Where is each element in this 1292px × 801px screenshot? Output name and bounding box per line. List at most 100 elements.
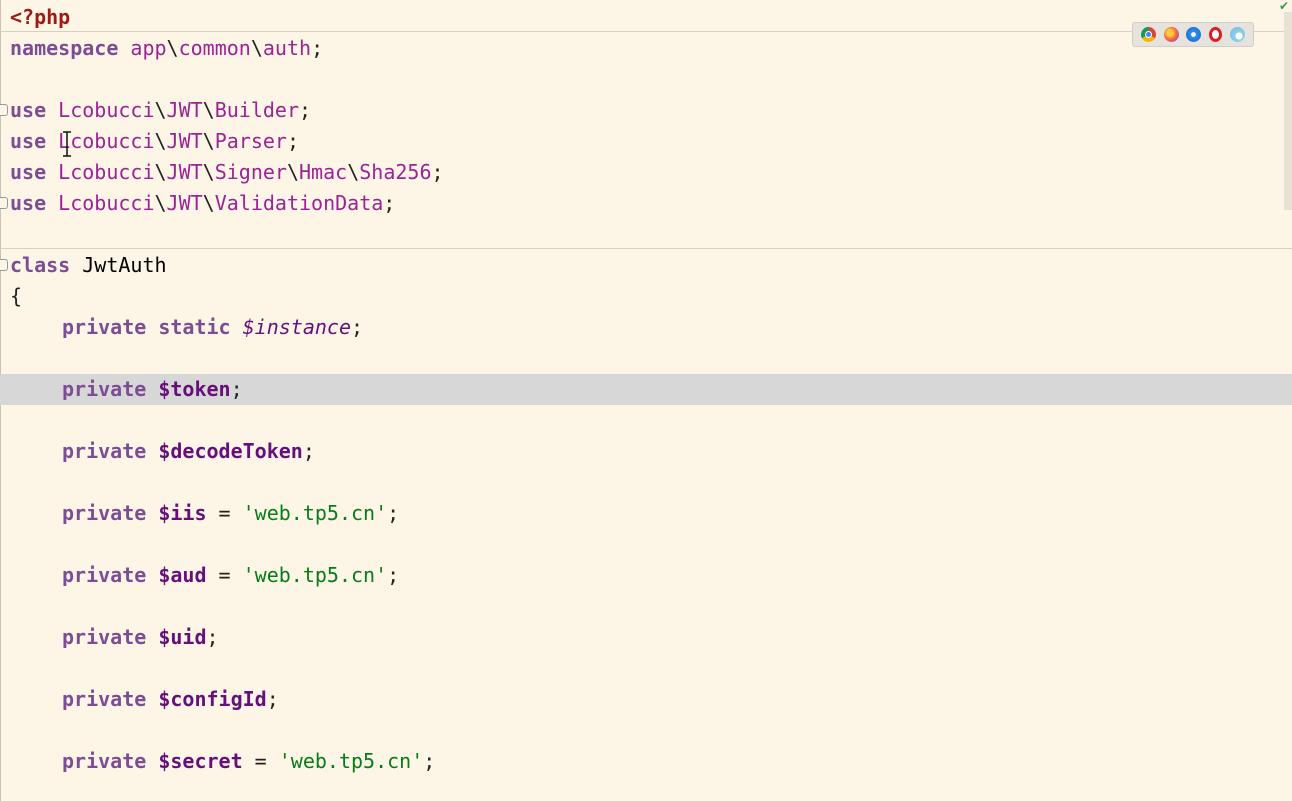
code-token: JWT — [166, 160, 203, 184]
code-token: private — [62, 563, 147, 587]
code-token: = — [206, 563, 243, 587]
code-line[interactable]: private static $instance; — [0, 312, 1292, 343]
code-line[interactable] — [0, 219, 1292, 250]
code-line[interactable]: private $iis = 'web.tp5.cn'; — [0, 498, 1292, 529]
code-token: 'web.tp5.cn' — [278, 749, 424, 773]
code-token: ; — [230, 377, 243, 401]
code-token: $token — [158, 377, 231, 401]
code-token: class — [10, 253, 71, 277]
code-token: ; — [286, 129, 300, 153]
firefox-icon[interactable] — [1163, 27, 1179, 42]
code-token: app — [130, 36, 167, 60]
code-line[interactable] — [0, 64, 1292, 95]
code-token: private — [62, 501, 147, 525]
code-token: private — [62, 625, 147, 649]
code-line[interactable]: private $decodeToken; — [0, 436, 1292, 467]
code-token: JwtAuth — [82, 253, 167, 277]
safari-icon[interactable] — [1186, 27, 1202, 42]
text-cursor-icon — [63, 131, 71, 157]
code-line[interactable]: private $uid; — [0, 622, 1292, 653]
code-token: 'web.tp5.cn' — [242, 501, 388, 525]
code-text: use Lcobucci\JWT\Builder; — [10, 95, 311, 126]
code-token: ; — [423, 749, 436, 773]
code-line[interactable]: private $secret = 'web.tp5.cn'; — [0, 746, 1292, 777]
code-line[interactable]: private $aud = 'web.tp5.cn'; — [0, 560, 1292, 591]
code-line[interactable] — [0, 405, 1292, 436]
code-token: Builder — [214, 98, 300, 122]
code-token: ; — [299, 98, 312, 122]
browser-preview-bar — [1132, 22, 1254, 47]
code-token: Lcobucci — [58, 98, 155, 122]
code-line[interactable]: { — [0, 281, 1292, 312]
code-line[interactable]: use Lcobucci\JWT\Signer\Hmac\Sha256; — [0, 157, 1292, 188]
code-line[interactable] — [0, 715, 1292, 746]
code-editor[interactable]: <?php namespace app\common\auth; use Lcobu… — [0, 0, 1292, 801]
code-token: private — [62, 749, 147, 773]
code-token: $iis — [158, 501, 207, 525]
code-text: use Lcobucci\JWT\ValidationData; — [10, 188, 395, 219]
code-token: Signer — [214, 160, 287, 184]
code-token: Hmac — [299, 160, 348, 184]
code-token: \ — [286, 160, 300, 184]
code-text: { — [10, 281, 22, 312]
current-line[interactable]: private $token; — [0, 374, 1292, 405]
code-line[interactable] — [0, 343, 1292, 374]
edge-icon[interactable] — [1230, 27, 1246, 42]
code-token: Lcobucci — [58, 129, 155, 153]
code-token: ; — [383, 191, 396, 215]
code-token: ; — [302, 439, 315, 463]
code-token: private — [62, 687, 147, 711]
code-line[interactable] — [0, 653, 1292, 684]
code-token: static — [158, 315, 231, 339]
code-line[interactable]: use Lcobucci\JWT\Parser; — [0, 126, 1292, 157]
code-token: = — [242, 749, 279, 773]
opera-icon[interactable] — [1209, 27, 1223, 42]
code-text: private $decodeToken; — [10, 436, 315, 467]
code-text: private $token; — [10, 374, 243, 405]
code-text: private static $instance; — [10, 312, 363, 343]
code-token: private — [62, 439, 147, 463]
code-token: use — [10, 129, 47, 153]
code-token: ; — [431, 160, 444, 184]
code-text: class JwtAuth — [10, 250, 167, 281]
code-token: Lcobucci — [58, 191, 155, 215]
error-stripe-scrollbar[interactable] — [1284, 12, 1292, 210]
code-token: Lcobucci — [58, 160, 155, 184]
code-token: use — [10, 160, 47, 184]
code-text: private $configId; — [10, 684, 279, 715]
code-line[interactable]: private $configId; — [0, 684, 1292, 715]
code-line[interactable] — [0, 467, 1292, 498]
code-token: \ — [154, 98, 167, 122]
code-text: private $iis = 'web.tp5.cn'; — [10, 498, 399, 529]
code-line[interactable]: use Lcobucci\JWT\ValidationData; — [0, 188, 1292, 219]
code-text: namespace app\common\auth; — [10, 33, 323, 64]
code-token: $instance — [242, 315, 352, 339]
code-token: \ — [202, 160, 215, 184]
code-line[interactable]: use Lcobucci\JWT\Builder; — [0, 95, 1292, 126]
code-token: \ — [154, 160, 167, 184]
code-token: JWT — [166, 98, 203, 122]
code-line[interactable] — [0, 591, 1292, 622]
code-token: use — [10, 191, 47, 215]
code-text: private $secret = 'web.tp5.cn'; — [10, 746, 435, 777]
code-token: \ — [154, 191, 167, 215]
code-line[interactable]: namespace app\common\auth; — [0, 33, 1292, 64]
code-token: $uid — [158, 625, 207, 649]
check-icon[interactable]: ✔ — [1279, 0, 1292, 12]
code-line[interactable] — [0, 529, 1292, 560]
code-line[interactable]: <?php — [0, 2, 1292, 33]
chrome-icon[interactable] — [1140, 27, 1156, 42]
code-line[interactable]: class JwtAuth — [0, 250, 1292, 281]
code-token: namespace — [10, 36, 119, 60]
code-token: ; — [266, 687, 279, 711]
